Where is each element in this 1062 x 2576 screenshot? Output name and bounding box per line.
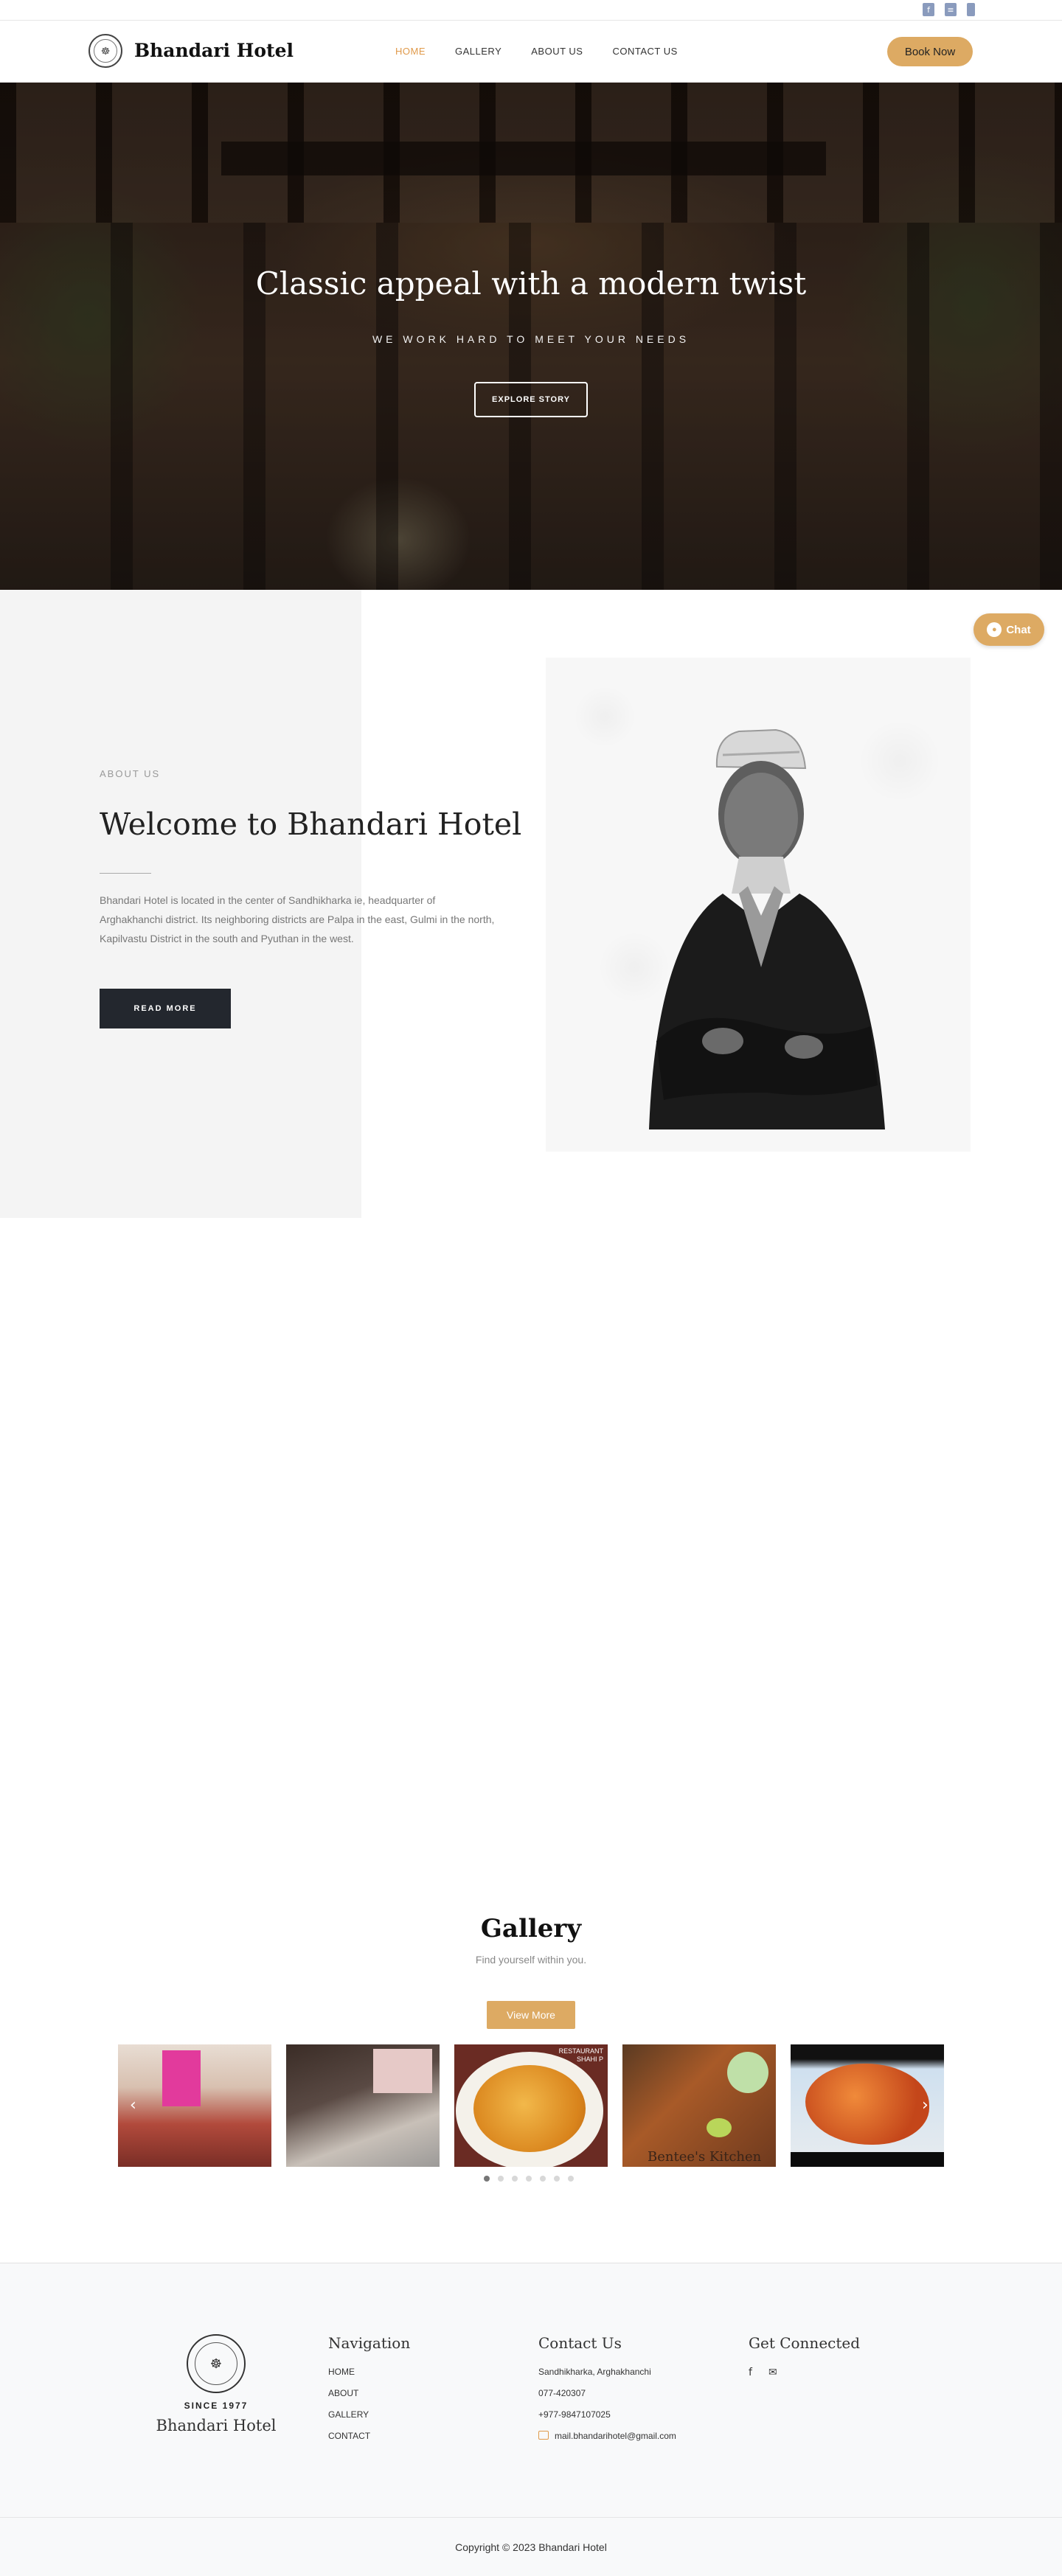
footer-nav-about[interactable]: ABOUT bbox=[328, 2388, 410, 2409]
book-now-button[interactable]: Book Now bbox=[887, 37, 973, 66]
contact-email-text[interactable]: mail.bhandarihotel@gmail.com bbox=[555, 2431, 676, 2441]
top-social-links: f ≡ bbox=[923, 3, 975, 16]
page: f ≡ ☸ Bhandari Hotel HOME GALLERY ABOUT … bbox=[0, 0, 1062, 2576]
chat-label: Chat bbox=[1006, 623, 1031, 636]
footer-nav-home[interactable]: HOME bbox=[328, 2367, 410, 2388]
about-label: ABOUT US bbox=[100, 768, 161, 779]
envelope-icon[interactable]: ✉ bbox=[768, 2367, 777, 2378]
explore-story-button[interactable]: EXPLORE STORY bbox=[474, 382, 588, 417]
footer-nav-contact[interactable]: CONTACT bbox=[328, 2431, 410, 2452]
phone-icon[interactable] bbox=[967, 3, 975, 16]
gallery-title: Gallery bbox=[480, 1914, 582, 1943]
footer-navigation: Navigation HOME ABOUT GALLERY CONTACT bbox=[328, 2334, 410, 2452]
site-header: ☸ Bhandari Hotel HOME GALLERY ABOUT US C… bbox=[0, 21, 1062, 83]
about-text: Bhandari Hotel is located in the center … bbox=[100, 894, 495, 944]
logo-icon[interactable]: ☸ bbox=[88, 34, 122, 68]
view-more-button[interactable]: View More bbox=[487, 2001, 575, 2029]
hero-title: Classic appeal with a modern twist bbox=[255, 265, 807, 302]
read-more-button[interactable]: READ MORE bbox=[100, 989, 231, 1028]
footer-social: Get Connected f ✉ bbox=[749, 2334, 860, 2378]
footer-nav-gallery[interactable]: GALLERY bbox=[328, 2409, 410, 2431]
carousel-dot[interactable] bbox=[498, 2176, 504, 2182]
nav-contact-us[interactable]: CONTACT US bbox=[612, 46, 677, 57]
nav-home[interactable]: HOME bbox=[395, 46, 426, 57]
image-caption: Bentee's Kitchen bbox=[648, 2149, 762, 2165]
contact-phone[interactable]: 077-420307 bbox=[538, 2388, 676, 2409]
footer-contact-title: Contact Us bbox=[538, 2334, 622, 2352]
restaurant-tag: RESTAURANT SHAHI P bbox=[558, 2047, 603, 2063]
mail-icon bbox=[538, 2431, 549, 2440]
divider bbox=[100, 873, 151, 874]
copyright-text: Copyright © 2023 Bhandari Hotel bbox=[455, 2541, 607, 2553]
footer-brand: Bhandari Hotel bbox=[156, 2417, 277, 2434]
carousel-prev-arrow-icon[interactable]: ‹ bbox=[130, 2096, 136, 2114]
about-title: Welcome to Bhandari Hotel bbox=[100, 807, 522, 842]
gallery-image-room-interior[interactable] bbox=[286, 2044, 440, 2167]
chat-bubble-icon: ● bbox=[987, 622, 1002, 637]
chat-button[interactable]: ● Chat bbox=[974, 613, 1044, 646]
gallery-image-kebab[interactable]: Bentee's Kitchen bbox=[622, 2044, 776, 2167]
owner-portrait-image bbox=[546, 658, 971, 1152]
carousel-dot[interactable] bbox=[484, 2176, 490, 2182]
carousel-dot[interactable] bbox=[540, 2176, 546, 2182]
brand-name[interactable]: Bhandari Hotel bbox=[134, 40, 294, 61]
facebook-icon[interactable]: f bbox=[749, 2367, 752, 2378]
gallery-carousel: RESTAURANT SHAHI P Bentee's Kitchen ‹ › bbox=[118, 2044, 944, 2167]
since-text: SINCE 1977 bbox=[184, 2401, 249, 2411]
site-footer: ☸ SINCE 1977 Bhandari Hotel Navigation H… bbox=[0, 2263, 1062, 2517]
list-icon[interactable]: ≡ bbox=[945, 3, 957, 16]
hero-banner: Classic appeal with a modern twist WE WO… bbox=[0, 83, 1062, 590]
main-nav: HOME GALLERY ABOUT US CONTACT US bbox=[395, 46, 678, 57]
gallery-image-chicken[interactable] bbox=[791, 2044, 944, 2167]
nav-gallery[interactable]: GALLERY bbox=[455, 46, 502, 57]
carousel-next-arrow-icon[interactable]: › bbox=[922, 2096, 929, 2114]
footer-nav-title: Navigation bbox=[328, 2334, 411, 2352]
gallery-image-room[interactable] bbox=[118, 2044, 271, 2167]
hero-subtitle: WE WORK HARD TO MEET YOUR NEEDS bbox=[372, 333, 690, 345]
top-bar: f ≡ bbox=[0, 0, 1062, 21]
contact-email[interactable]: mail.bhandarihotel@gmail.com bbox=[538, 2431, 676, 2452]
footer-social-title: Get Connected bbox=[749, 2334, 861, 2352]
gallery-subtitle: Find yourself within you. bbox=[475, 1954, 587, 1966]
footer-logo-icon[interactable]: ☸ bbox=[187, 2334, 246, 2393]
carousel-dots bbox=[484, 2176, 574, 2182]
carousel-dot[interactable] bbox=[554, 2176, 560, 2182]
carousel-dot[interactable] bbox=[512, 2176, 518, 2182]
nav-about-us[interactable]: ABOUT US bbox=[531, 46, 583, 57]
gallery-image-curry[interactable]: RESTAURANT SHAHI P bbox=[454, 2044, 608, 2167]
carousel-dot[interactable] bbox=[568, 2176, 574, 2182]
carousel-dot[interactable] bbox=[526, 2176, 532, 2182]
contact-mobile[interactable]: +977-9847107025 bbox=[538, 2409, 676, 2431]
facebook-icon[interactable]: f bbox=[923, 3, 934, 16]
contact-address: Sandhikharka, Arghakhanchi bbox=[538, 2367, 651, 2377]
footer-contact: Contact Us Sandhikharka, Arghakhanchi 07… bbox=[538, 2334, 676, 2452]
